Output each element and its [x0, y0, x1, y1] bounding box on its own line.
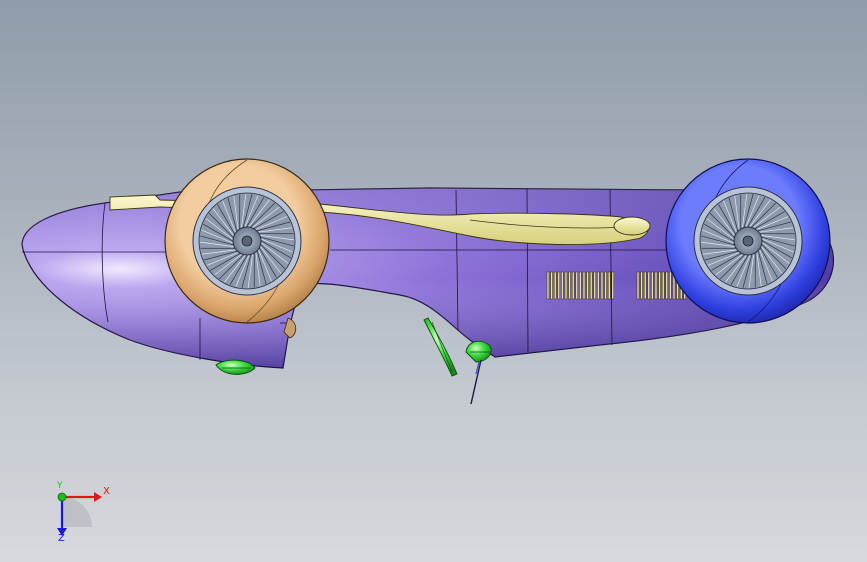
rear-wheel[interactable] — [665, 158, 831, 324]
antenna-rod[interactable] — [470, 359, 482, 405]
triad-shadow — [62, 497, 92, 527]
vent-slat — [561, 271, 564, 300]
vent-slat — [636, 271, 640, 300]
vent-slat — [661, 271, 665, 300]
front-wheel[interactable] — [164, 158, 330, 324]
vent-slat — [568, 271, 571, 300]
vent-slat — [647, 271, 651, 300]
graphics-viewport[interactable]: X Y Z — [0, 0, 867, 562]
steering-wheel[interactable] — [423, 317, 458, 377]
z-axis-label: Z — [58, 533, 65, 544]
mirror-part[interactable] — [465, 340, 492, 363]
vent-slat — [597, 271, 600, 300]
vent-slat — [582, 271, 586, 300]
vent-slat — [579, 271, 582, 300]
vent-slat — [651, 271, 654, 300]
vent-slat — [546, 271, 550, 300]
vent-slat — [586, 271, 589, 300]
vent-slat — [575, 271, 579, 300]
vent-slat — [557, 271, 561, 300]
vent-slat — [607, 271, 611, 300]
coordinate-triad[interactable] — [57, 492, 102, 536]
vent-slat — [571, 271, 575, 300]
vent-slat — [550, 271, 553, 300]
vent-slat — [643, 271, 647, 300]
vent-slat — [611, 271, 615, 300]
x-axis-arrowhead — [94, 492, 102, 502]
y-axis-label: Y — [57, 481, 63, 491]
vent-slat — [665, 271, 669, 300]
vent-slat — [593, 271, 597, 300]
x-axis-label: X — [103, 486, 110, 497]
vent-slat — [553, 271, 557, 300]
y-axis-dot — [57, 492, 67, 502]
vent-slat — [658, 271, 661, 300]
vent-slat — [604, 271, 607, 300]
vent-slat — [669, 271, 672, 300]
vent-slat — [564, 271, 568, 300]
vent-slat — [600, 271, 604, 300]
vent-slat — [589, 271, 593, 300]
vent-slat — [654, 271, 658, 300]
model-view[interactable] — [0, 0, 867, 562]
vent-slat — [640, 271, 643, 300]
